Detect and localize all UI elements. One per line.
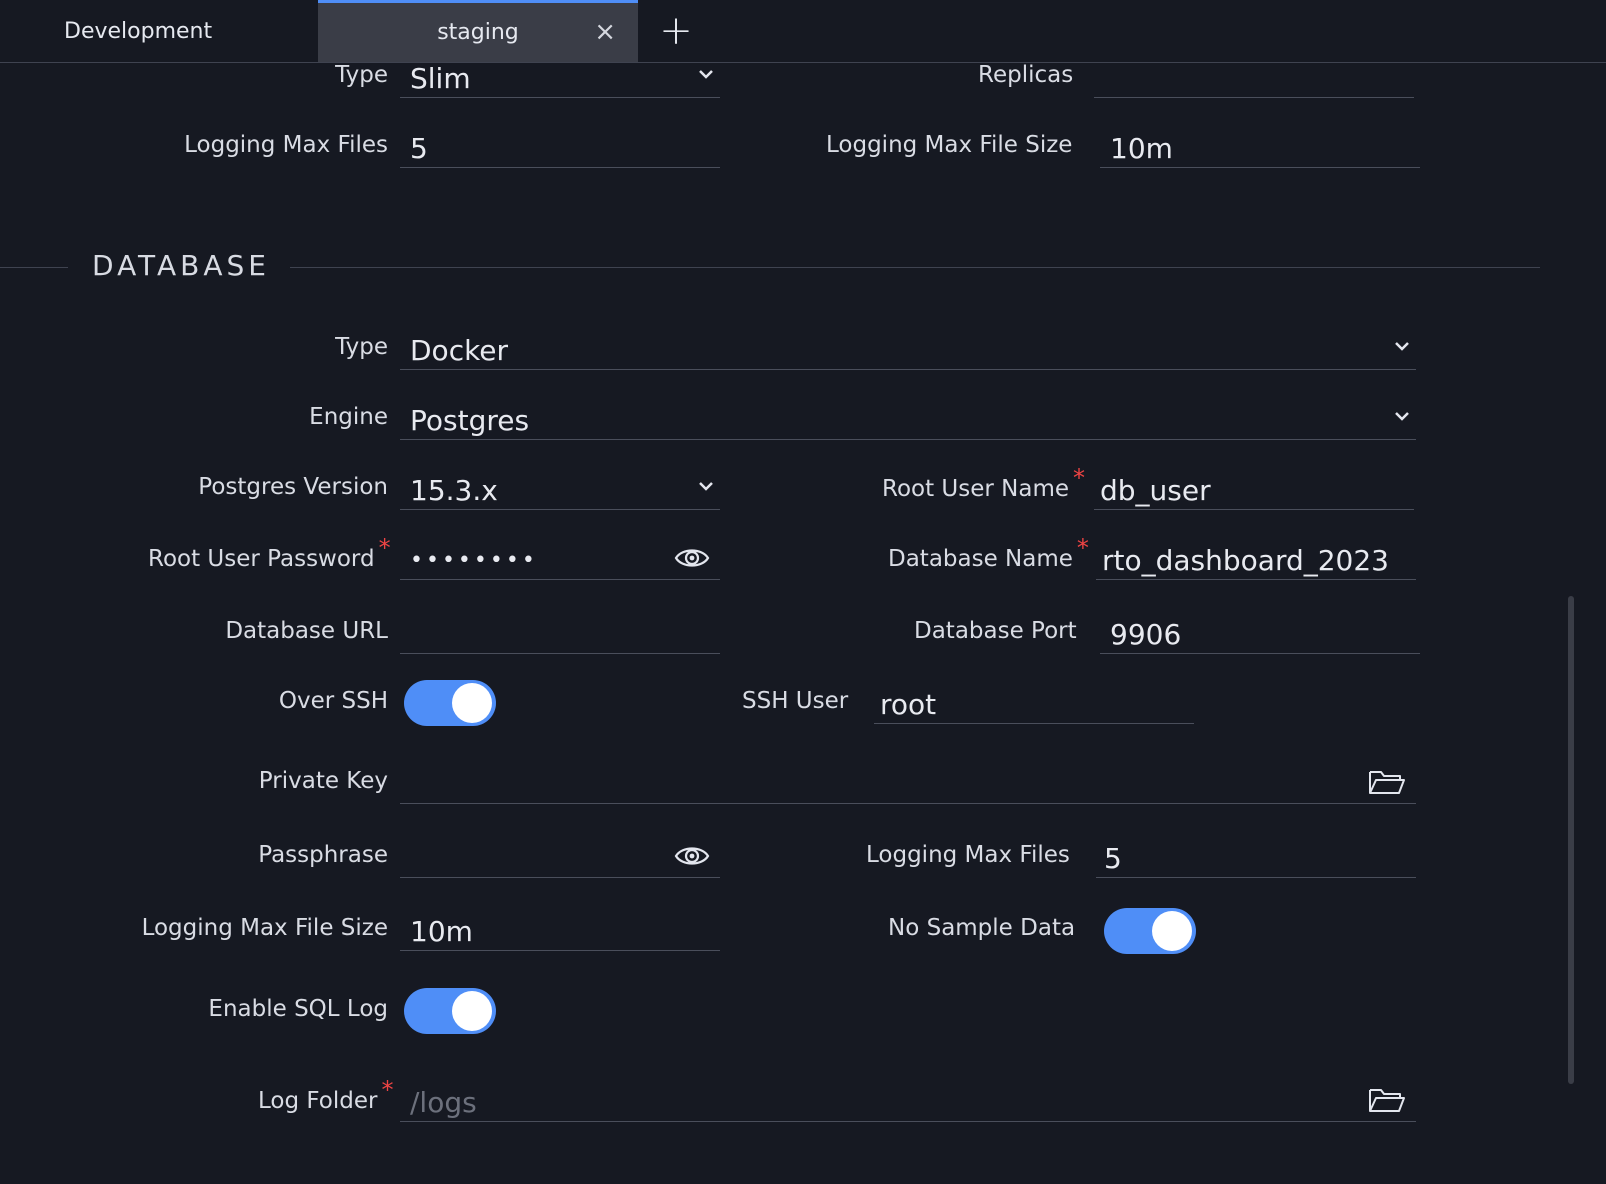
private-key-input[interactable] [400,766,1416,804]
app-logging-max-files-label: Logging Max Files [184,132,388,158]
required-mark: * [381,1076,394,1104]
chevron-down-icon [698,478,714,494]
section-divider [290,267,1540,268]
app-logging-max-file-size-label: Logging Max File Size [826,132,1073,158]
engine-label: Engine [309,404,388,430]
database-section-title: DATABASE [92,249,270,282]
section-divider [0,267,68,268]
db-logging-max-files-label: Logging Max Files [866,842,1070,868]
database-url-input[interactable] [400,616,720,654]
replicas-label: Replicas [978,62,1074,88]
tab-label: Development [64,18,213,44]
ssh-user-value: root [880,688,937,721]
app-logging-max-files-value: 5 [410,132,428,165]
root-user-password-label: Root User Password * [148,534,391,572]
root-user-name-label: Root User Name * [882,464,1085,502]
private-key-label: Private Key [258,768,388,794]
tab-bar: Development staging × + [0,0,1606,63]
postgres-version-select[interactable]: 15.3.x [400,472,720,510]
app-logging-max-file-size-value: 10m [1110,132,1173,165]
scrollbar[interactable] [1568,596,1574,1084]
tab-staging[interactable]: staging × [318,0,638,62]
replicas-input[interactable] [1094,60,1414,98]
passphrase-input[interactable] [400,840,720,878]
root-user-name-label-text: Root User Name [882,476,1070,502]
required-mark: * [1073,464,1086,492]
database-name-input[interactable]: rto_dashboard_2023 [1096,542,1416,580]
over-ssh-toggle[interactable] [404,680,496,726]
folder-open-icon[interactable] [1368,1086,1406,1118]
passphrase-label: Passphrase [258,842,388,868]
engine-select[interactable]: Postgres [400,402,1416,440]
toggle-knob [452,683,492,723]
root-user-password-label-text: Root User Password [148,546,375,572]
db-logging-max-file-size-value: 10m [410,915,473,948]
log-folder-label-text: Log Folder [258,1088,378,1114]
database-name-label-text: Database Name [888,546,1073,572]
ssh-user-label: SSH User [742,688,849,714]
log-folder-label: Log Folder * [258,1076,393,1114]
app-type-select[interactable]: Slim [400,60,720,98]
tab-label: staging [437,20,519,45]
ssh-user-input[interactable]: root [874,686,1194,724]
required-mark: * [1076,534,1089,562]
no-sample-data-label: No Sample Data [888,915,1076,941]
database-port-input[interactable]: 9906 [1100,616,1420,654]
eye-icon[interactable] [674,544,710,576]
no-sample-data-toggle[interactable] [1104,908,1196,954]
root-user-name-input[interactable]: db_user [1094,472,1414,510]
database-port-value: 9906 [1110,618,1182,651]
chevron-down-icon [1394,408,1410,424]
db-type-value: Docker [410,334,509,367]
toggle-knob [1152,911,1192,951]
database-url-label: Database URL [225,618,388,644]
folder-open-icon[interactable] [1368,768,1406,800]
required-mark: * [378,534,391,562]
db-type-select[interactable]: Docker [400,332,1416,370]
over-ssh-label: Over SSH [278,688,388,714]
db-type-label: Type [335,334,388,360]
db-logging-max-files-value: 5 [1104,842,1122,875]
close-icon[interactable]: × [594,17,616,47]
database-name-label: Database Name * [888,534,1089,572]
enable-sql-log-toggle[interactable] [404,988,496,1034]
log-folder-placeholder: /logs [410,1086,477,1119]
toggle-knob [452,991,492,1031]
engine-value: Postgres [410,404,530,437]
tab-development[interactable]: Development [0,0,318,62]
chevron-down-icon [698,66,714,82]
database-name-value: rto_dashboard_2023 [1102,544,1389,577]
database-port-label: Database Port [914,618,1077,644]
root-user-password-input[interactable]: •••••••• [400,542,720,580]
root-user-password-value: •••••••• [410,548,538,573]
db-logging-max-file-size-label: Logging Max File Size [141,915,388,941]
app-type-label: Type [335,62,388,88]
postgres-version-label: Postgres Version [198,474,388,500]
app-logging-max-files-input[interactable]: 5 [400,130,720,168]
chevron-down-icon [1394,338,1410,354]
log-folder-input[interactable]: /logs [400,1084,1416,1122]
enable-sql-log-label: Enable SQL Log [208,996,388,1022]
db-logging-max-file-size-input[interactable]: 10m [400,913,720,951]
db-logging-max-files-input[interactable]: 5 [1096,840,1416,878]
add-tab-button[interactable]: + [648,8,704,54]
postgres-version-value: 15.3.x [410,474,498,507]
root-user-name-value: db_user [1100,474,1211,507]
app-type-value: Slim [410,62,471,95]
eye-icon[interactable] [674,842,710,874]
plus-icon: + [659,8,693,54]
app-logging-max-file-size-input[interactable]: 10m [1100,130,1420,168]
